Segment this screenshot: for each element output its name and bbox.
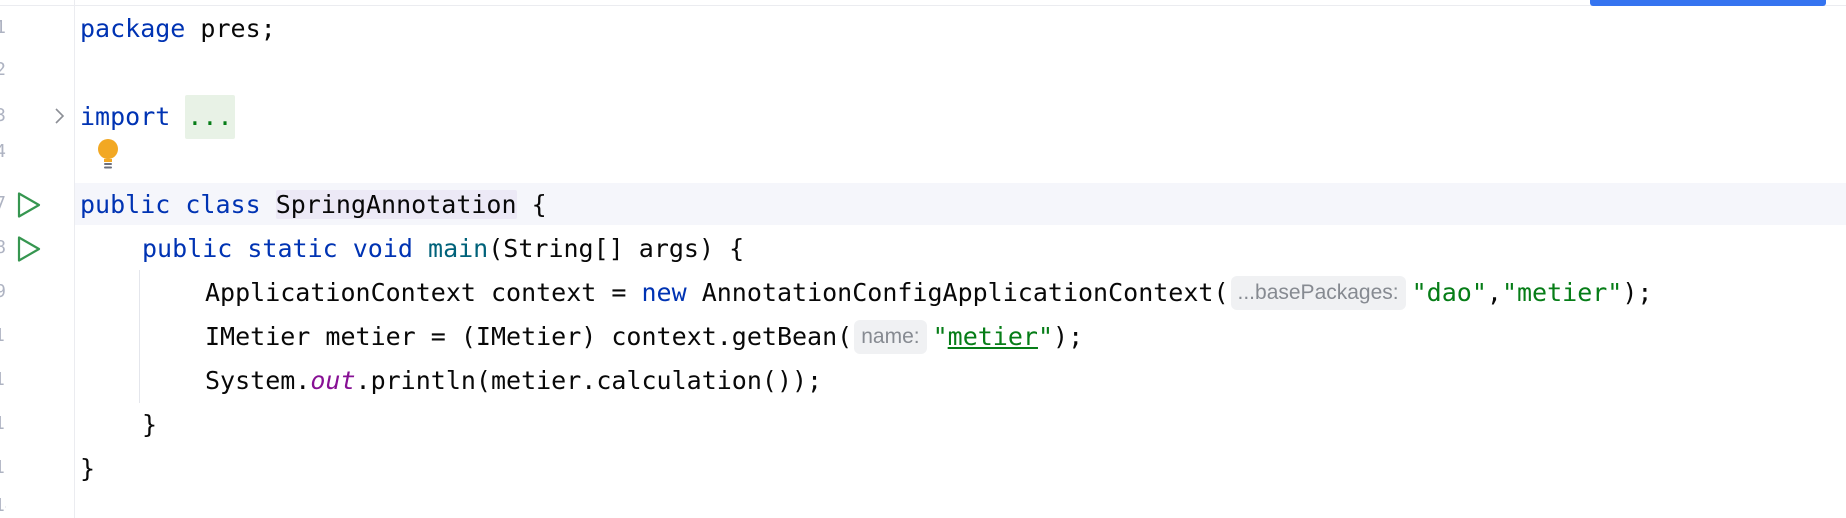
keyword: public xyxy=(142,234,233,263)
code-line-close-class[interactable]: } xyxy=(80,447,95,491)
progress-bar xyxy=(1590,0,1826,6)
code-line-package[interactable]: package pres; xyxy=(80,7,276,51)
closing-brace: } xyxy=(80,454,96,483)
keyword: static xyxy=(247,234,338,263)
string-quote: " xyxy=(1037,322,1054,351)
keyword: class xyxy=(185,190,261,219)
keyword: import xyxy=(80,102,171,131)
code-text: ); xyxy=(1622,278,1653,307)
lightbulb-icon[interactable] xyxy=(95,138,121,170)
parameter-hint: name: xyxy=(854,320,927,354)
line-number: 11 xyxy=(0,368,6,392)
run-triangle-icon[interactable] xyxy=(14,190,44,220)
parameter-hint: ...basePackages: xyxy=(1230,276,1406,310)
closing-brace: } xyxy=(142,410,158,439)
keyword: package xyxy=(80,14,186,43)
run-triangle-icon[interactable] xyxy=(14,234,44,264)
line-number: 9 xyxy=(0,281,6,302)
line-number: 2 xyxy=(0,59,6,80)
code-text: pres; xyxy=(185,14,276,43)
code-line-context[interactable]: ApplicationContext context = new Annotat… xyxy=(205,271,1652,315)
class-name[interactable]: SpringAnnotation xyxy=(275,190,517,219)
keyword: public xyxy=(80,190,171,219)
code-text: (String[] args) { xyxy=(488,234,745,263)
code-line-main-decl[interactable]: public static void main(String[] args) { xyxy=(142,227,744,271)
code-line-class-decl[interactable]: public class SpringAnnotation { xyxy=(80,183,547,227)
code-line-println[interactable]: System.out.println(metier.calculation())… xyxy=(205,359,822,403)
code-text: , xyxy=(1486,278,1502,307)
code-text: ApplicationContext context = xyxy=(205,278,642,307)
editor-gutter[interactable]: 1 2 3 4 7 8 9 10 11 12 13 14 xyxy=(0,0,75,518)
code-text: AnnotationConfigApplicationContext( xyxy=(686,278,1229,307)
code-line-getbean[interactable]: IMetier metier = (IMetier) context.getBe… xyxy=(205,315,1083,359)
line-number: 4 xyxy=(0,141,6,162)
code-text: ); xyxy=(1053,322,1084,351)
keyword: void xyxy=(352,234,413,263)
line-number: 10 xyxy=(0,324,6,348)
code-line-import[interactable]: import ... xyxy=(80,95,235,139)
line-number: 12 xyxy=(0,412,6,436)
line-number: 8 xyxy=(0,237,6,258)
string-quote: " xyxy=(932,322,948,351)
string-literal: "dao" xyxy=(1411,278,1487,307)
code-text: IMetier metier = (IMetier) context.getBe… xyxy=(205,322,853,351)
code-text: System. xyxy=(205,366,311,395)
code-text: .println(metier.calculation()); xyxy=(355,366,823,395)
method-name[interactable]: main xyxy=(428,234,488,263)
editor-top-border xyxy=(0,0,1846,6)
keyword: new xyxy=(641,278,687,307)
bean-reference-link[interactable]: metier xyxy=(948,322,1038,351)
line-number: 14 xyxy=(0,494,6,518)
code-text: { xyxy=(516,190,547,219)
static-field: out xyxy=(310,366,356,395)
line-number: 1 xyxy=(0,17,6,38)
chevron-right-icon[interactable] xyxy=(52,106,66,126)
indent-guide xyxy=(139,270,140,403)
code-editor[interactable]: 1 2 3 4 7 8 9 10 11 12 13 14 package pre… xyxy=(0,0,1846,518)
line-number: 13 xyxy=(0,456,6,480)
folded-imports[interactable]: ... xyxy=(185,95,235,139)
line-number: 3 xyxy=(0,105,6,126)
string-literal: "metier" xyxy=(1501,278,1623,307)
code-line-close-method[interactable]: } xyxy=(142,403,157,447)
line-number: 7 xyxy=(0,193,6,214)
